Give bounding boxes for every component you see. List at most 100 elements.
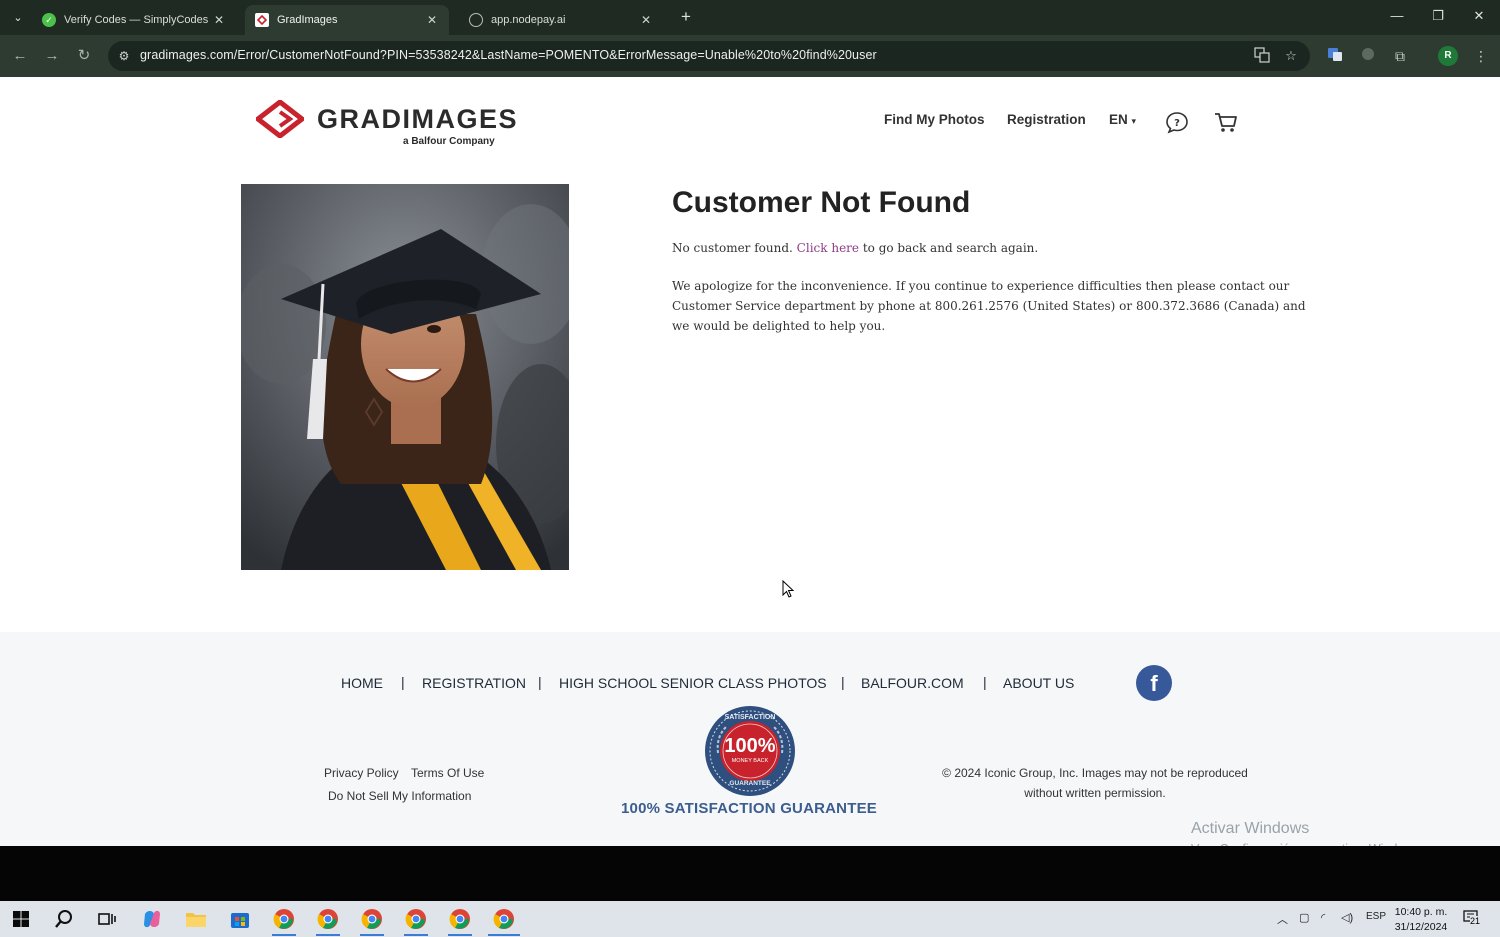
apology-line: Customer Service department by phone at … — [672, 299, 1306, 313]
windows-start-icon[interactable] — [9, 907, 33, 931]
search-icon[interactable] — [52, 907, 76, 931]
notification-center-icon[interactable]: 21 — [1463, 910, 1485, 928]
site-footer: HOME | REGISTRATION | HIGH SCHOOL SENIOR… — [0, 632, 1500, 846]
terms-of-use-link[interactable]: Terms Of Use — [411, 766, 484, 780]
tab-close-icon[interactable]: ✕ — [425, 13, 439, 27]
clock-date: 31/12/2024 — [1394, 921, 1448, 933]
meet-now-icon[interactable]: ▢ — [1299, 911, 1309, 924]
graduate-illustration — [241, 184, 569, 570]
tab-simplycodes[interactable]: ✓ Verify Codes — SimplyCodes ✕ — [32, 5, 236, 35]
copyright: © 2024 Iconic Group, Inc. Images may not… — [930, 763, 1260, 803]
site-info-icon[interactable]: ⚙ — [115, 47, 133, 65]
cart-icon[interactable] — [1213, 110, 1239, 134]
translate-extension-icon[interactable] — [1325, 46, 1345, 66]
extension-icon[interactable] — [1358, 46, 1378, 66]
privacy-policy-link[interactable]: Privacy Policy — [324, 766, 399, 780]
tray-overflow-icon[interactable]: ︿ — [1277, 911, 1288, 927]
footer-separator: | — [983, 674, 987, 690]
tab-nodepay[interactable]: app.nodepay.ai ✕ — [459, 5, 663, 35]
extensions-puzzle-icon[interactable]: ⧉ — [1390, 46, 1410, 66]
page-title: Customer Not Found — [672, 186, 971, 219]
chrome-icon[interactable] — [404, 907, 428, 931]
logo-subtitle: a Balfour Company — [403, 136, 495, 147]
app-active-indicator — [488, 934, 520, 936]
chrome-icon[interactable] — [448, 907, 472, 931]
apology-line: we would be delighted to help you. — [672, 319, 886, 333]
back-icon[interactable]: ← — [10, 46, 30, 66]
clock-time: 10:40 p. m. — [1394, 906, 1448, 918]
more-menu-icon[interactable]: ⋮ — [1471, 46, 1491, 66]
footer-nav-about-us[interactable]: ABOUT US — [1003, 675, 1074, 691]
do-not-sell-link[interactable]: Do Not Sell My Information — [328, 789, 471, 803]
copyright-line: without written permission. — [1024, 786, 1166, 800]
chrome-icon[interactable] — [316, 907, 340, 931]
seal-mid-text: MONEY BACK — [731, 758, 769, 764]
tab-search-icon[interactable]: ⌄ — [8, 7, 28, 27]
restore-icon[interactable]: ❐ — [1428, 8, 1448, 24]
chrome-icon[interactable] — [272, 907, 296, 931]
copilot-icon[interactable] — [140, 907, 164, 931]
footer-nav-home[interactable]: HOME — [341, 675, 383, 691]
app-running-indicator — [404, 934, 428, 936]
chrome-icon[interactable] — [492, 907, 516, 931]
task-view-icon[interactable] — [95, 907, 119, 931]
app-running-indicator — [272, 934, 296, 936]
close-window-icon[interactable]: ✕ — [1469, 8, 1489, 24]
message-text: No customer found. — [672, 241, 797, 255]
language-selector[interactable]: EN ▾ — [1109, 112, 1136, 127]
tab-close-icon[interactable]: ✕ — [639, 13, 653, 27]
app-running-indicator — [448, 934, 472, 936]
url-text[interactable]: gradimages.com/Error/CustomerNotFound?PI… — [140, 48, 877, 62]
footer-nav-senior-photos[interactable]: HIGH SCHOOL SENIOR CLASS PHOTOS — [559, 675, 827, 691]
caret-down-icon: ▾ — [1131, 116, 1137, 126]
apology-paragraph: We apologize for the inconvenience. If y… — [672, 276, 1306, 336]
windows-activation-title: Activar Windows — [1191, 820, 1310, 837]
volume-icon[interactable]: ◁) — [1341, 911, 1353, 924]
gradimages-favicon-icon — [255, 13, 269, 27]
new-tab-button[interactable]: + — [678, 8, 694, 26]
translate-icon[interactable] — [1253, 47, 1271, 65]
graduate-photo — [241, 184, 569, 570]
satisfaction-seal: SATISFACTION 100% MONEY BACK GUARANTEE — [704, 705, 796, 797]
app-running-indicator — [316, 934, 340, 936]
satisfaction-guarantee-text: 100% SATISFACTION GUARANTEE — [621, 800, 877, 817]
tab-gradimages[interactable]: GradImages ✕ — [245, 5, 449, 35]
click-here-link[interactable]: Click here — [797, 241, 859, 255]
footer-separator: | — [538, 674, 542, 690]
not-found-message: No customer found. Click here to go back… — [672, 238, 1038, 258]
gradimages-logo[interactable]: GRADIMAGES a Balfour Company — [256, 100, 526, 150]
footer-nav-registration[interactable]: REGISTRATION — [422, 675, 526, 691]
microsoft-store-icon[interactable] — [228, 907, 252, 931]
gradimages-logo-mark-icon — [256, 100, 304, 138]
logo-text: GRADIMAGES — [317, 104, 519, 134]
reload-icon[interactable]: ↻ — [74, 46, 94, 66]
seal-top-text: SATISFACTION — [724, 714, 776, 721]
nav-find-my-photos[interactable]: Find My Photos — [884, 112, 985, 127]
profile-avatar[interactable]: R — [1438, 46, 1458, 66]
browser-toolbar: ← → ↻ ⚙ gradimages.com/Error/CustomerNot… — [0, 35, 1500, 77]
mouse-cursor-icon — [782, 580, 794, 598]
footer-nav-balfour[interactable]: BALFOUR.COM — [861, 675, 964, 691]
address-bar[interactable]: ⚙ gradimages.com/Error/CustomerNotFound?… — [108, 41, 1310, 71]
forward-icon[interactable]: → — [42, 46, 62, 66]
bookmark-star-icon[interactable]: ☆ — [1282, 47, 1300, 65]
taskbar-clock[interactable]: 10:40 p. m. 31/12/2024 — [1388, 905, 1454, 935]
svg-text:?: ? — [1174, 118, 1180, 129]
tab-title: Verify Codes — SimplyCodes — [64, 14, 209, 26]
tab-title: GradImages — [277, 14, 338, 26]
wifi-icon[interactable]: ◜ — [1321, 911, 1325, 924]
app-running-indicator — [360, 934, 384, 936]
facebook-icon[interactable]: f — [1136, 665, 1172, 701]
apology-line: We apologize for the inconvenience. If y… — [672, 279, 1290, 293]
help-chat-icon[interactable]: ? — [1164, 110, 1190, 134]
seal-bottom-text: GUARANTEE — [729, 780, 771, 787]
file-explorer-icon[interactable] — [184, 907, 208, 931]
nav-registration[interactable]: Registration — [1007, 112, 1086, 127]
browser-tab-bar: ⌄ ✓ Verify Codes — SimplyCodes ✕ GradIma… — [0, 0, 1500, 35]
input-language[interactable]: ESP — [1366, 911, 1386, 922]
footer-separator: | — [401, 674, 405, 690]
tab-close-icon[interactable]: ✕ — [212, 13, 226, 27]
minimize-icon[interactable]: — — [1387, 8, 1407, 23]
simplycodes-favicon-icon: ✓ — [42, 13, 56, 27]
chrome-icon[interactable] — [360, 907, 384, 931]
